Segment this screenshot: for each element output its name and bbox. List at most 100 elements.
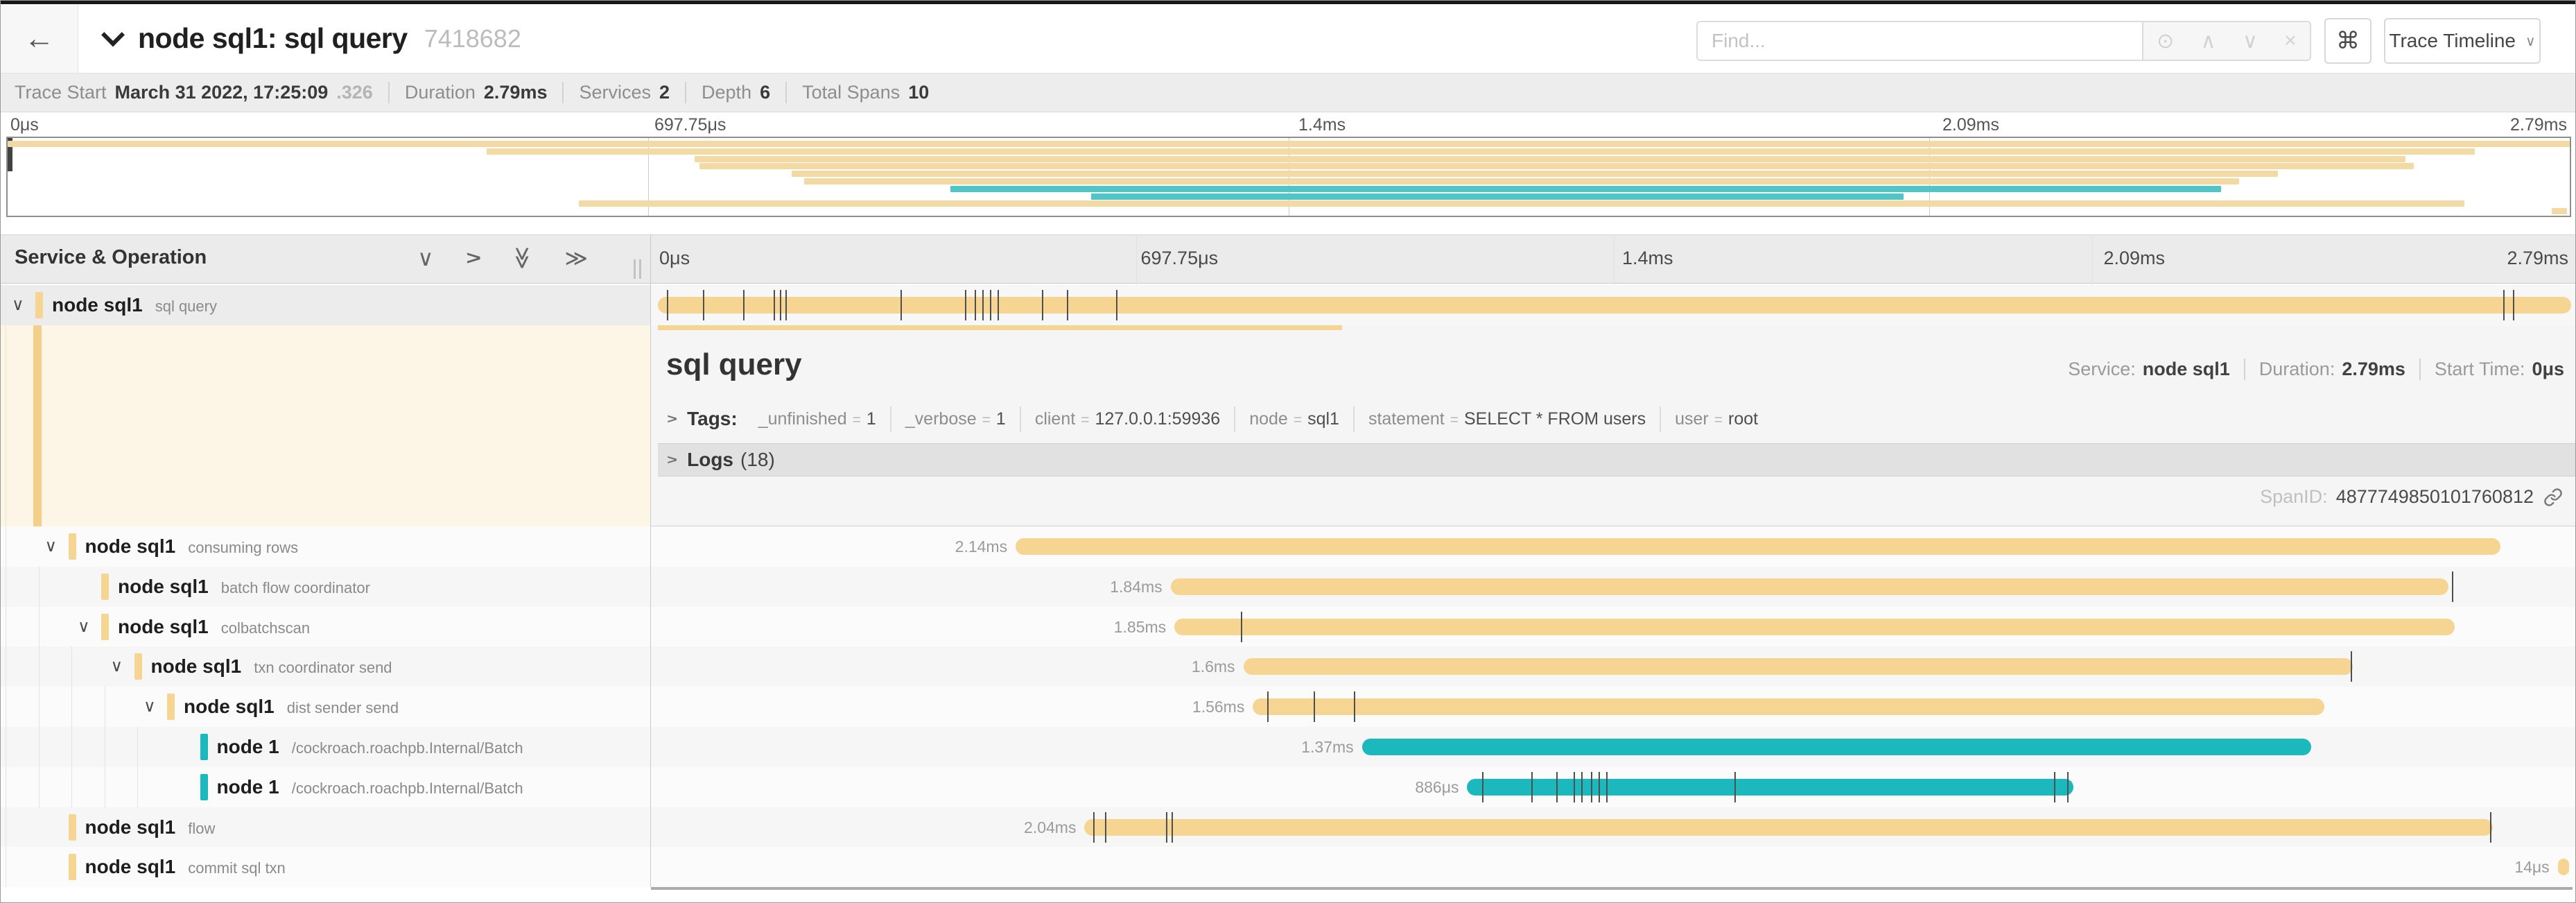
service-color-chip (69, 814, 76, 841)
log-marker (667, 290, 668, 320)
indent-guide (71, 767, 72, 807)
tree-row[interactable]: ∨node sql1colbatchscan (1, 607, 650, 647)
minimap-span-bar (8, 141, 2570, 147)
time-tick-label: 2.79ms (2510, 115, 2567, 135)
service-name: node sql1sql query (52, 294, 217, 316)
expander-chevron-icon[interactable]: ∨ (45, 536, 58, 556)
horizontal-scrollbar[interactable] (651, 887, 2573, 890)
span-bar[interactable] (1174, 619, 2454, 635)
tags-accordion[interactable]: ∨ Tags: _unfinished=1_verbose=1client=12… (658, 395, 2576, 443)
operation-name: dist sender send (287, 699, 399, 716)
operation-name: batch flow coordinator (221, 579, 370, 596)
tree-row[interactable]: ∨node sql1dist sender send (1, 687, 650, 727)
find-input[interactable] (1698, 30, 2142, 52)
clear-search-icon[interactable]: × (2284, 29, 2297, 53)
span-bar[interactable] (658, 297, 2571, 313)
panel-divider[interactable] (650, 234, 651, 887)
expand-one-icon[interactable]: ∨ (459, 250, 485, 266)
trace-id: 7418682 (424, 24, 521, 53)
timeline-track: 1.85ms (658, 607, 2571, 647)
indent-guide (71, 687, 72, 727)
tree-row[interactable]: ∨ node sql1txn coordinator send (1, 646, 650, 687)
tags-label: Tags: (687, 408, 738, 430)
log-marker (1042, 290, 1043, 320)
tree-row[interactable]: node 1/cockroach.roachpb.Internal/Batch (1, 767, 650, 807)
service-color-chip (69, 533, 76, 560)
indent-guide (71, 646, 72, 687)
span-duration-label: 1.37ms (1301, 738, 1353, 757)
indent-guide (39, 687, 40, 727)
time-tick-label: 2.09ms (1942, 115, 1999, 135)
expander-chevron-icon[interactable]: ∨ (78, 617, 90, 637)
trace-title-wrap[interactable]: node sql1: sql query 7418682 (105, 4, 521, 73)
expander-chevron-icon[interactable]: ∨ (12, 295, 24, 315)
timeline-bar-row: 886μs (651, 767, 2576, 807)
span-bar[interactable] (2558, 859, 2570, 875)
timeline-bar-row: 2.14ms (651, 526, 2576, 567)
indent-guide (71, 727, 72, 767)
command-icon: ⌘ (2336, 27, 2360, 55)
timeline-track: 1.56ms (658, 687, 2571, 727)
operation-name: flow (188, 820, 215, 837)
operation-name: colbatchscan (221, 619, 310, 637)
tree-row[interactable]: node sql1flow (1, 807, 650, 848)
span-detail-fields: Service:node sql1Duration:2.79msStart Ti… (2068, 359, 2564, 380)
link-icon[interactable] (2543, 488, 2563, 507)
indent-guide (137, 727, 138, 767)
span-bar[interactable] (1362, 739, 2311, 755)
log-marker (785, 290, 787, 320)
time-tick-label: 1.4ms (1298, 115, 1346, 135)
timeline-bar-row: 14μs (651, 847, 2576, 887)
trace-view-selector[interactable]: Trace Timeline ∨ (2384, 18, 2541, 64)
next-match-icon[interactable]: ∨ (2243, 29, 2258, 53)
log-marker (1067, 290, 1068, 320)
log-marker (743, 290, 745, 320)
panel-resize-gripper[interactable] (631, 259, 645, 279)
prev-match-icon[interactable]: ∧ (2201, 29, 2216, 53)
tree-row[interactable]: ∨ node sql1sql query (1, 285, 650, 325)
expand-all-icon[interactable]: ≫ (565, 245, 589, 271)
log-marker (2503, 290, 2505, 320)
tree-row[interactable]: ∨ node sql1consuming rows (1, 526, 650, 567)
tree-row[interactable]: node sql1commit sql txn (1, 847, 650, 887)
minimap-canvas[interactable] (6, 137, 2571, 217)
log-marker (1556, 772, 1558, 802)
span-bar[interactable] (1244, 658, 2353, 675)
log-marker (1599, 772, 1600, 802)
operation-name: txn coordinator send (254, 659, 392, 676)
expander-chevron-icon[interactable]: ∨ (111, 656, 123, 676)
log-marker (990, 290, 991, 320)
chevron-down-icon[interactable] (101, 23, 125, 46)
tree-row[interactable]: node sql1batch flow coordinator (1, 567, 650, 607)
span-bar[interactable] (1253, 698, 2324, 715)
operation-name: /cockroach.roachpb.Internal/Batch (292, 739, 523, 757)
keyboard-shortcuts-button[interactable]: ⌘ (2324, 18, 2372, 64)
meta-item: Services2 (562, 82, 670, 103)
logs-label: Logs (687, 449, 733, 471)
collapse-one-icon[interactable]: ∨ (417, 245, 433, 271)
back-arrow-icon: ← (24, 22, 55, 56)
back-button[interactable]: ← (1, 4, 78, 73)
log-marker (1093, 812, 1095, 843)
target-icon[interactable]: ⊙ (2157, 29, 2174, 53)
service-name: node sql1txn coordinator send (151, 655, 392, 678)
span-bar[interactable] (1171, 578, 2449, 595)
log-marker (2513, 290, 2514, 320)
minimap-span-bar (2552, 208, 2567, 214)
time-tick-label: 2.09ms (2104, 248, 2166, 269)
log-marker (1482, 772, 1483, 802)
collapse-all-icon[interactable]: ≫ (510, 246, 536, 270)
service-color-chip (101, 574, 109, 600)
timeline-bar-row: 1.84ms (651, 567, 2576, 607)
find-controls: ⊙ ∧ ∨ × (2142, 21, 2311, 61)
span-bar[interactable] (1016, 538, 2500, 555)
span-bar[interactable] (1467, 779, 2073, 796)
tree-row[interactable]: node 1/cockroach.roachpb.Internal/Batch (1, 727, 650, 767)
log-marker (1105, 812, 1106, 843)
service-name: node sql1consuming rows (85, 535, 299, 558)
log-marker (1581, 772, 1583, 802)
span-bar[interactable] (1084, 819, 2492, 836)
log-marker (1241, 612, 1242, 642)
expander-chevron-icon[interactable]: ∨ (143, 696, 156, 716)
logs-accordion[interactable]: ∨ Logs (18) (658, 443, 2576, 476)
